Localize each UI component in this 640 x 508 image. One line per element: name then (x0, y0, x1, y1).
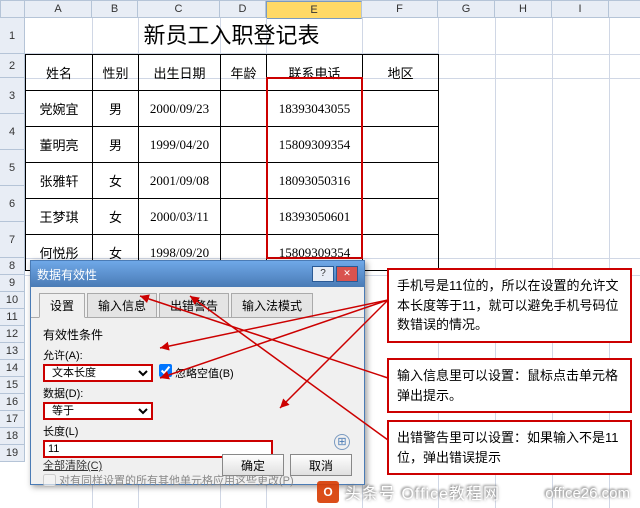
tab-input[interactable]: 输入信息 (87, 293, 157, 317)
hdr-age[interactable]: 年龄 (221, 55, 267, 91)
dialog-titlebar[interactable]: 数据有效性 ? (31, 261, 364, 287)
range-picker-icon[interactable]: ⊞ (334, 434, 350, 450)
phone-highlight (266, 77, 363, 259)
hdr-region[interactable]: 地区 (363, 55, 439, 91)
row-11[interactable]: 11 (0, 309, 24, 326)
hdr-name[interactable]: 姓名 (26, 55, 93, 91)
col-D[interactable]: D (220, 1, 266, 17)
row-16[interactable]: 16 (0, 394, 24, 411)
row-19[interactable]: 19 (0, 445, 24, 462)
row-6[interactable]: 6 (0, 186, 24, 222)
data-table: 姓名 性别 出生日期 年龄 联系电话 地区 党婉宜男2000/09/231839… (25, 54, 439, 271)
tab-ime[interactable]: 输入法模式 (231, 293, 313, 317)
row-3[interactable]: 3 (0, 78, 24, 114)
col-G[interactable]: G (438, 1, 495, 17)
table-row: 董明亮男1999/04/2015809309354 (26, 127, 439, 163)
row-1[interactable]: 1 (0, 18, 24, 54)
dialog-title: 数据有效性 (37, 266, 310, 283)
row-headers: 1 2 3 4 5 6 7 8 9 10 11 12 13 14 15 16 1… (0, 18, 25, 462)
hdr-gender[interactable]: 性别 (93, 55, 139, 91)
row-5[interactable]: 5 (0, 150, 24, 186)
sheet-title[interactable]: 新员工入职登记表 (25, 18, 438, 54)
annotation-1: 手机号是11位的，所以在设置的允许文本长度等于11，就可以避免手机号码位数错误的… (387, 268, 632, 343)
table-row: 党婉宜男2000/09/2318393043055 (26, 91, 439, 127)
row-10[interactable]: 10 (0, 292, 24, 309)
office-logo-icon: O (317, 481, 339, 503)
clear-all-link[interactable]: 全部清除(C) (43, 457, 102, 473)
allow-label: 允许(A): (43, 347, 352, 363)
close-icon[interactable] (336, 266, 358, 282)
col-C[interactable]: C (138, 1, 220, 17)
col-I[interactable]: I (552, 1, 609, 17)
ok-button[interactable]: 确定 (222, 454, 284, 476)
col-A[interactable]: A (25, 1, 92, 17)
data-validation-dialog: 数据有效性 ? 设置 输入信息 出错警告 输入法模式 有效性条件 允许(A): … (30, 260, 365, 485)
dialog-footer: 全部清除(C) 确定 取消 (43, 454, 352, 476)
watermark-site: office26.com (545, 485, 630, 502)
allow-select[interactable]: 文本长度 (43, 364, 153, 382)
dialog-tabs: 设置 输入信息 出错警告 输入法模式 (31, 287, 364, 318)
data-label: 数据(D): (43, 385, 352, 401)
col-B[interactable]: B (92, 1, 138, 17)
length-label: 长度(L) (43, 423, 352, 439)
ignore-blank-checkbox[interactable]: 忽略空值(B) (159, 364, 234, 381)
annotation-3: 出错警告里可以设置：如果输入不是11位，弹出错误提示 (387, 420, 632, 475)
row-13[interactable]: 13 (0, 343, 24, 360)
data-select[interactable]: 等于 (43, 402, 153, 420)
tab-error[interactable]: 出错警告 (159, 293, 229, 317)
table-row: 张雅轩女2001/09/0818093050316 (26, 163, 439, 199)
row-12[interactable]: 12 (0, 326, 24, 343)
row-17[interactable]: 17 (0, 411, 24, 428)
select-all-corner[interactable] (0, 0, 25, 18)
row-15[interactable]: 15 (0, 377, 24, 394)
col-E[interactable]: E (266, 1, 362, 19)
watermark: O 头条号 Office教程网 (317, 480, 500, 504)
tab-settings[interactable]: 设置 (39, 293, 85, 318)
row-8[interactable]: 8 (0, 258, 24, 275)
cancel-button[interactable]: 取消 (290, 454, 352, 476)
hdr-dob[interactable]: 出生日期 (139, 55, 221, 91)
row-7[interactable]: 7 (0, 222, 24, 258)
column-headers: A B C D E F G H I (25, 0, 640, 18)
table-row: 王梦琪女2000/03/1118393050601 (26, 199, 439, 235)
row-2[interactable]: 2 (0, 54, 24, 78)
col-F[interactable]: F (362, 1, 438, 17)
row-4[interactable]: 4 (0, 114, 24, 150)
row-14[interactable]: 14 (0, 360, 24, 377)
row-9[interactable]: 9 (0, 275, 24, 292)
help-icon[interactable]: ? (312, 266, 334, 282)
group-label: 有效性条件 (43, 326, 352, 343)
annotation-2: 输入信息里可以设置：鼠标点击单元格弹出提示。 (387, 358, 632, 413)
col-H[interactable]: H (495, 1, 552, 17)
row-18[interactable]: 18 (0, 428, 24, 445)
